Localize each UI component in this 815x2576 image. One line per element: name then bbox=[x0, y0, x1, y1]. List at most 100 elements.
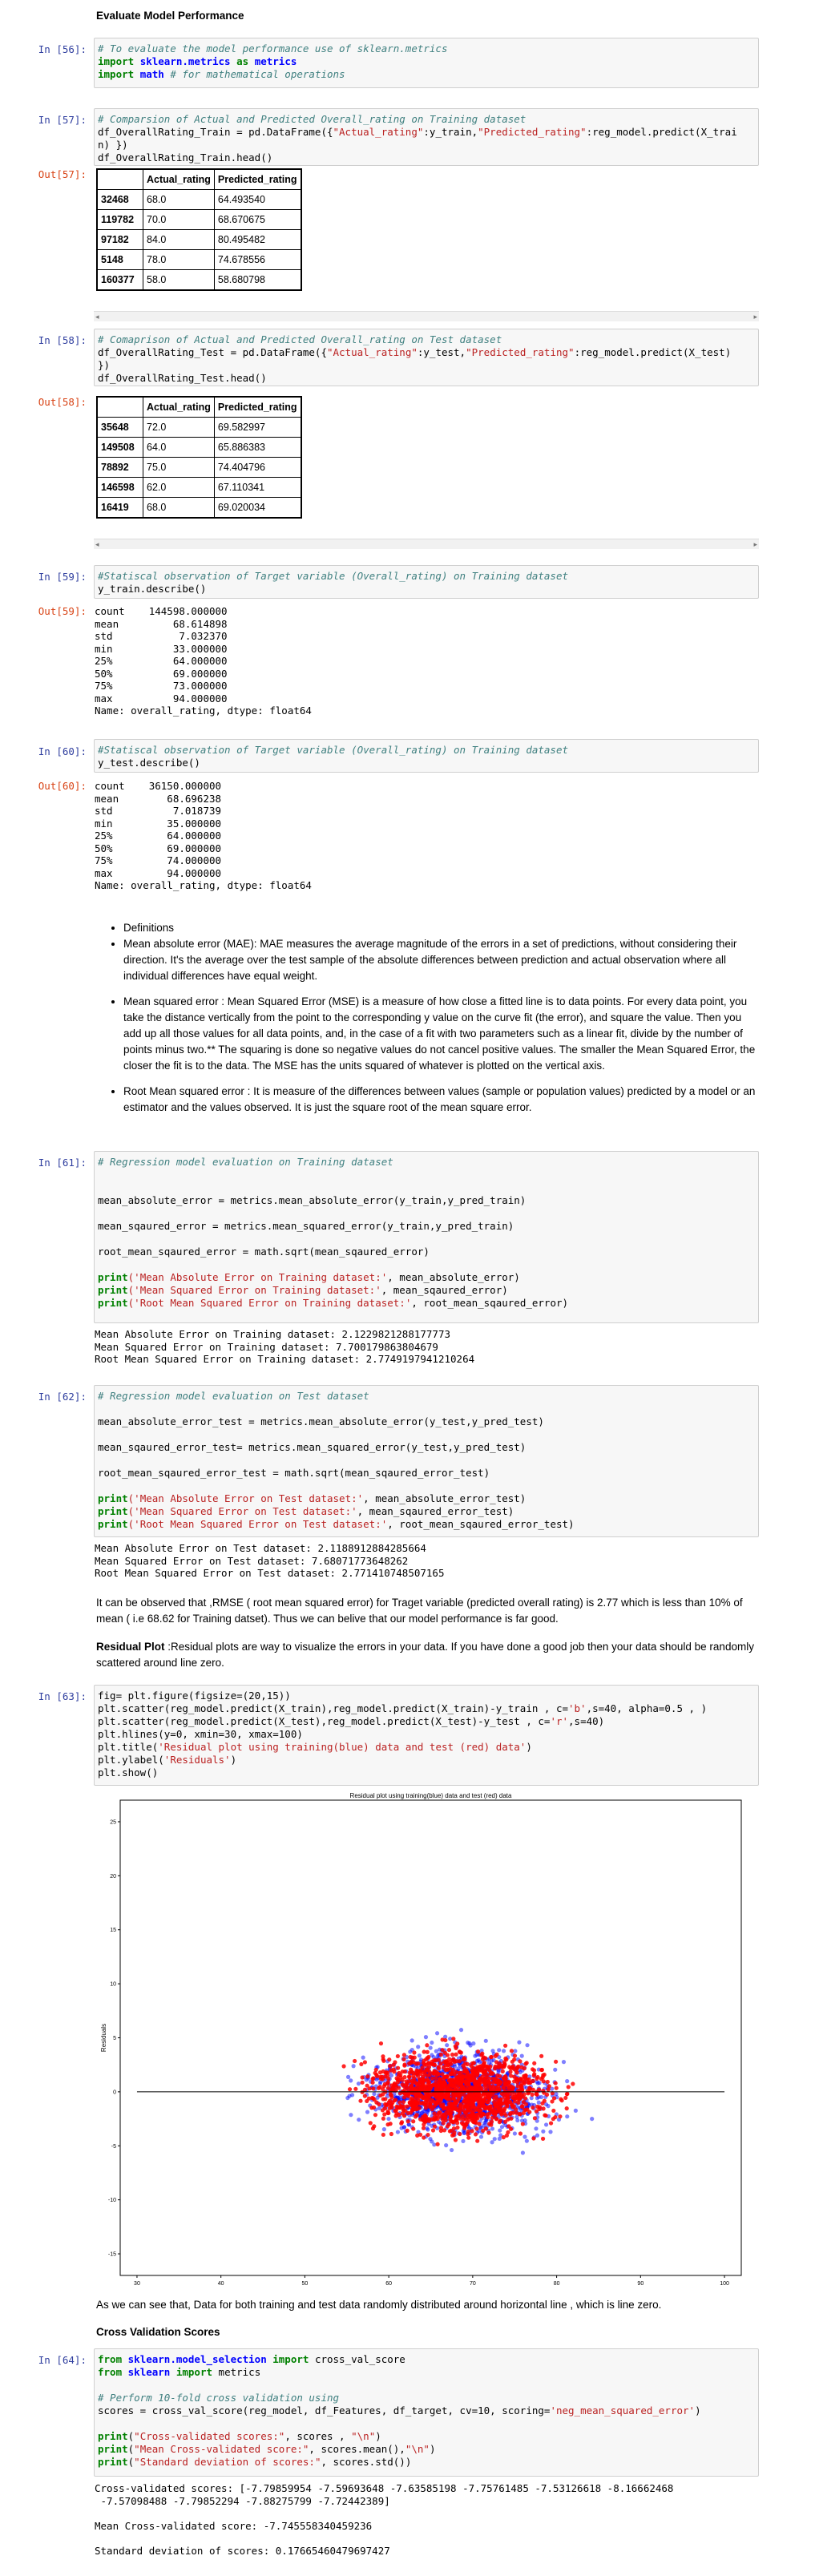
dataframe-table: Actual_rating Predicted_rating 35648 72.0 69… bbox=[96, 396, 302, 519]
code-line: }) bbox=[98, 359, 755, 372]
residual-plot-label: Residual Plot bbox=[96, 1641, 165, 1653]
scatter-point bbox=[481, 2111, 486, 2116]
scatter-point bbox=[434, 2031, 440, 2036]
scatter-point bbox=[414, 2100, 419, 2106]
scroll-right-icon[interactable]: ▸ bbox=[753, 312, 757, 321]
scatter-point bbox=[514, 2070, 519, 2075]
input-prompt: In [62]: bbox=[38, 1391, 87, 1403]
code-token: 'b' bbox=[568, 1702, 587, 1714]
code-line: # Comaprison of Actual and Predicted Ove… bbox=[98, 333, 755, 346]
scatter-point bbox=[520, 2122, 525, 2126]
code-line: plt.scatter(reg_model.predict(X_test),re… bbox=[98, 1715, 755, 1728]
code-line: y_test.describe() bbox=[98, 757, 755, 769]
scatter-point bbox=[442, 2050, 447, 2055]
x-tick-label: 100 bbox=[720, 2281, 729, 2287]
table-row: 160377 58.0 58.680798 bbox=[96, 269, 302, 291]
scatter-point bbox=[405, 2119, 410, 2124]
table-cell: 64.493540 bbox=[213, 189, 302, 210]
scatter-point bbox=[385, 2073, 390, 2078]
code-cell-56[interactable]: # To evaluate the model performance use … bbox=[94, 38, 759, 88]
y-tick-label: 5 bbox=[113, 2036, 116, 2041]
code-line: plt.show() bbox=[98, 1766, 755, 1779]
scatter-point bbox=[432, 2111, 437, 2116]
code-cell-61[interactable]: # Regression model evaluation on Trainin… bbox=[94, 1151, 759, 1323]
scatter-point bbox=[509, 2049, 514, 2053]
code-line: import sklearn.metrics as metrics bbox=[98, 55, 755, 68]
code-line: root_mean_sqaured_error_test = math.sqrt… bbox=[98, 1467, 755, 1480]
row-index: 149508 bbox=[96, 437, 143, 458]
scatter-point bbox=[470, 2103, 476, 2108]
scatter-point bbox=[500, 2069, 505, 2073]
table-cell: 74.404796 bbox=[213, 457, 302, 478]
code-cell-59[interactable]: #Statiscal observation of Target variabl… bbox=[94, 565, 759, 599]
scatter-point bbox=[456, 2066, 461, 2071]
row-index: 16419 bbox=[96, 497, 143, 519]
x-tick-label: 70 bbox=[470, 2281, 476, 2287]
code-token: # Perform 10-fold cross validation using bbox=[98, 2392, 340, 2404]
scatter-point bbox=[440, 2037, 445, 2042]
scatter-point bbox=[573, 2108, 578, 2113]
code-line: mean_sqaured_error = metrics.mean_square… bbox=[98, 1220, 755, 1233]
scatter-point bbox=[434, 2100, 438, 2105]
scatter-point bbox=[451, 2132, 456, 2138]
code-line: plt.ylabel('Residuals') bbox=[98, 1754, 755, 1766]
scatter-point bbox=[421, 2126, 426, 2130]
scatter-point bbox=[436, 2066, 442, 2071]
code-token: "Predicted_rating" bbox=[478, 126, 587, 138]
scatter-point bbox=[487, 2076, 492, 2081]
scatter-point bbox=[512, 2053, 518, 2058]
code-token: cross_val_score bbox=[314, 2353, 405, 2365]
code-token: "\n" bbox=[351, 2430, 376, 2442]
output-prompt: Out[60]: bbox=[38, 780, 87, 792]
scroll-right-icon[interactable]: ▸ bbox=[753, 539, 757, 549]
scatter-point bbox=[389, 2131, 393, 2137]
code-line: print('Root Mean Squared Error on Test d… bbox=[98, 1518, 755, 1531]
input-prompt: In [64]: bbox=[38, 2354, 87, 2366]
cell-output: Mean Absolute Error on Training dataset:… bbox=[95, 1328, 475, 1365]
scroll-left-icon[interactable]: ◂ bbox=[95, 539, 99, 549]
scatter-point bbox=[397, 2100, 402, 2105]
scatter-point bbox=[503, 2056, 508, 2061]
code-cell-58[interactable]: # Comaprison of Actual and Predicted Ove… bbox=[94, 329, 759, 386]
scatter-point bbox=[450, 2147, 454, 2153]
code-cell-57[interactable]: # Comparsion of Actual and Predicted Ove… bbox=[94, 108, 759, 166]
scatter-point bbox=[454, 2045, 458, 2051]
scatter-point bbox=[395, 2080, 400, 2085]
scatter-point bbox=[503, 2043, 508, 2048]
code-cell-62[interactable]: # Regression model evaluation on Test da… bbox=[94, 1385, 759, 1537]
scatter-point bbox=[383, 2097, 388, 2102]
code-cell-64[interactable]: from sklearn.model_selection import cros… bbox=[94, 2348, 759, 2477]
horizontal-scrollbar[interactable]: ◂ ▸ bbox=[94, 539, 759, 549]
code-token: :reg_model.predict(X_trai bbox=[586, 126, 737, 138]
code-token: # Regression model evaluation on Trainin… bbox=[98, 1156, 393, 1168]
row-index: 97182 bbox=[96, 229, 143, 250]
table-row: 32468 68.0 64.493540 bbox=[96, 189, 302, 210]
scatter-point bbox=[458, 2050, 463, 2055]
scatter-point bbox=[438, 2110, 442, 2115]
horizontal-scrollbar[interactable]: ◂ ▸ bbox=[94, 311, 759, 321]
code-token: ('Mean Squared Error on Training dataset… bbox=[127, 1284, 381, 1296]
scatter-point bbox=[480, 2065, 485, 2070]
definitions-title: Definitions bbox=[123, 920, 757, 936]
code-line: # Perform 10-fold cross validation using bbox=[98, 2392, 755, 2404]
code-cell-60[interactable]: #Statiscal observation of Target variabl… bbox=[94, 739, 759, 773]
scatter-point bbox=[425, 2043, 430, 2048]
column-header bbox=[96, 168, 143, 190]
scatter-point bbox=[525, 2043, 530, 2048]
scatter-point bbox=[432, 2124, 438, 2129]
code-cell-63[interactable]: fig= plt.figure(figsize=(20,15)) plt.scat… bbox=[94, 1685, 759, 1786]
code-token: 'Residual plot using training(blue) data… bbox=[158, 1741, 527, 1753]
x-tick-label: 40 bbox=[218, 2281, 224, 2287]
scatter-point bbox=[416, 2045, 421, 2049]
scatter-point bbox=[451, 2120, 456, 2125]
y-tick-label: 25 bbox=[110, 1819, 116, 1825]
code-token: root_mean_sqaured_error = math.sqrt(mean… bbox=[98, 1246, 430, 1258]
scroll-left-icon[interactable]: ◂ bbox=[95, 312, 99, 321]
code-line: root_mean_sqaured_error = math.sqrt(mean… bbox=[98, 1246, 755, 1258]
scatter-point bbox=[458, 2131, 462, 2137]
table-row: 97182 84.0 80.495482 bbox=[96, 229, 302, 250]
table-row: 5148 78.0 74.678556 bbox=[96, 249, 302, 270]
row-index: 35648 bbox=[96, 417, 143, 438]
